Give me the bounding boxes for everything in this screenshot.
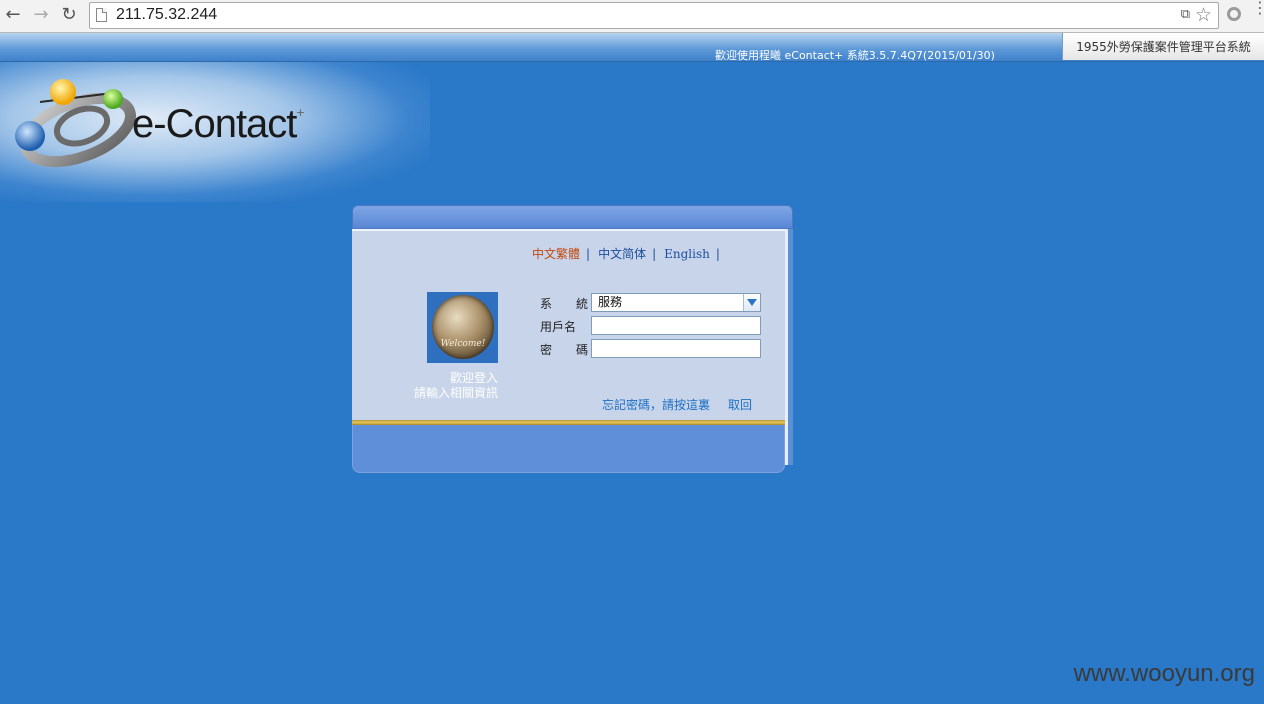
language-selector: 中文繁體 | 中文简体 | English | <box>532 245 728 262</box>
forgot-password-link[interactable]: 忘記密碼，請按這裏 <box>602 396 710 413</box>
back-arrow-icon: ← <box>5 4 21 25</box>
welcome-caption-line1: 歡迎登入 <box>449 371 498 385</box>
browser-toolbar: ← → ↻ 211.75.32.244 ⧉ ☆ ⋮ <box>0 0 1264 33</box>
chevron-down-icon[interactable] <box>743 294 760 311</box>
cancel-link[interactable]: 取回 <box>728 396 752 413</box>
lang-simplified-chinese[interactable]: 中文简体 <box>598 247 646 261</box>
extension-icon[interactable] <box>1227 7 1241 21</box>
address-bar[interactable]: 211.75.32.244 ⧉ ☆ <box>89 2 1219 29</box>
password-label: 密 碼 <box>540 343 589 357</box>
system-label: 系 統 <box>540 297 589 311</box>
watermark: www.wooyun.org <box>1073 660 1255 687</box>
welcome-caption-line2: 請輸入相關資訊 <box>413 386 498 400</box>
lang-separator: | <box>715 247 720 261</box>
welcome-image-text: Welcome! <box>440 339 486 349</box>
login-panel-body: 中文繁體 | 中文简体 | English | Welcome! 歡迎登入 請輸入相關資訊… <box>352 229 785 425</box>
platform-tab[interactable]: 1955外勞保護案件管理平台系統 <box>1062 33 1264 60</box>
username-label: 用戶名 <box>540 320 577 334</box>
bookmark-star-icon[interactable]: ☆ <box>1195 4 1212 26</box>
welcome-coin-icon: Welcome! <box>432 295 494 359</box>
logo-plus: + <box>296 104 304 120</box>
econtact-logo-icon <box>15 79 137 168</box>
lang-separator: | <box>652 247 657 261</box>
password-input[interactable] <box>591 339 761 358</box>
welcome-image: Welcome! <box>427 292 498 363</box>
logo-wordmark: e-Contact+ <box>132 102 305 147</box>
login-panel-side-bar <box>785 229 793 465</box>
lang-separator: | <box>586 247 591 261</box>
logo-text: e-Contact <box>132 102 297 146</box>
back-button[interactable]: ← <box>2 4 24 26</box>
system-select-value: 服務 <box>598 295 623 309</box>
lang-english[interactable]: English <box>664 247 710 261</box>
page-icon <box>96 8 107 22</box>
system-select[interactable]: 服務 <box>591 293 761 312</box>
browser-menu-icon[interactable]: ⋮ <box>1252 0 1264 16</box>
welcome-caption: 歡迎登入 請輸入相關資訊 <box>414 371 498 401</box>
system-welcome-text: 歡迎使用程曦 eContact+ 系統3.5.7.4Q7(2015/01/30) <box>715 49 995 62</box>
forward-arrow-icon: → <box>33 4 49 25</box>
login-panel-header <box>352 205 793 229</box>
login-panel: 中文繁體 | 中文简体 | English | Welcome! 歡迎登入 請輸入相關資訊… <box>352 205 793 473</box>
forward-button[interactable]: → <box>30 4 52 26</box>
top-banner: 歡迎使用程曦 eContact+ 系統3.5.7.4Q7(2015/01/30)… <box>0 33 1264 62</box>
lang-traditional-chinese[interactable]: 中文繁體 <box>532 247 580 261</box>
login-panel-footer <box>352 425 785 473</box>
url-text[interactable]: 211.75.32.244 <box>116 6 217 24</box>
reload-icon: ↻ <box>61 4 77 25</box>
translate-icon[interactable]: ⧉ <box>1181 7 1190 22</box>
reload-button[interactable]: ↻ <box>58 4 80 26</box>
username-input[interactable] <box>591 316 761 335</box>
